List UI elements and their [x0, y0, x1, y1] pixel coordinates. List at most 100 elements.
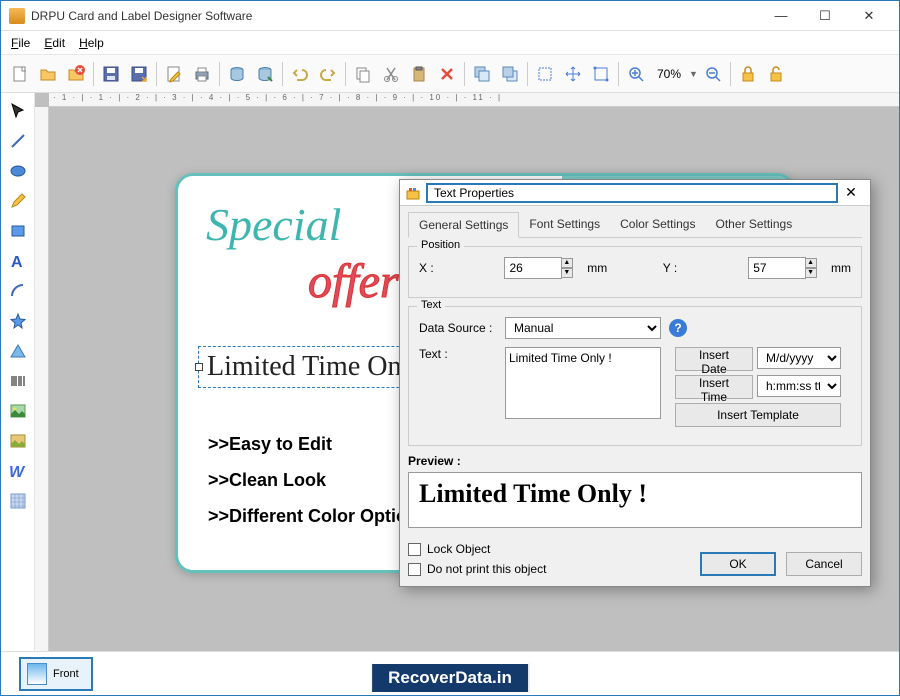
tab-color[interactable]: Color Settings — [610, 212, 705, 237]
move-icon[interactable] — [560, 61, 586, 87]
zoom-dropdown-icon[interactable]: ▼ — [689, 69, 698, 79]
app-icon — [9, 8, 25, 24]
ruler-horizontal: · 1 · | · 1 · | · 2 · | · 3 · | · 4 · | … — [49, 93, 899, 107]
menu-edit[interactable]: Edit — [44, 36, 65, 50]
bottom-bar: Front RecoverData.in — [1, 651, 899, 695]
pattern-tool-icon[interactable] — [6, 489, 30, 513]
insert-time-button[interactable]: Insert Time — [675, 375, 753, 399]
line-tool-icon[interactable] — [6, 129, 30, 153]
help-icon[interactable]: ? — [669, 319, 687, 337]
menu-file[interactable]: File — [11, 36, 30, 50]
undo-icon[interactable] — [287, 61, 313, 87]
library-tool-icon[interactable] — [6, 429, 30, 453]
datasource-label: Data Source : — [419, 321, 497, 335]
card-text-special[interactable]: Special — [206, 198, 341, 251]
card-bullets[interactable]: >>Easy to Edit >>Clean Look >>Different … — [208, 426, 418, 534]
dialog-titlebar[interactable]: Text Properties ✕ — [400, 180, 870, 206]
tab-other[interactable]: Other Settings — [705, 212, 802, 237]
menu-help[interactable]: Help — [79, 36, 104, 50]
svg-text:W: W — [9, 464, 26, 480]
position-group: Position X : ▲▼ mm Y : ▲▼ mm — [408, 246, 862, 298]
layer2-icon[interactable] — [497, 61, 523, 87]
select-all-icon[interactable] — [532, 61, 558, 87]
triangle-tool-icon[interactable] — [6, 339, 30, 363]
x-label: X : — [419, 261, 490, 275]
db1-icon[interactable] — [224, 61, 250, 87]
maximize-button[interactable]: ☐ — [803, 2, 847, 30]
text-properties-dialog: Text Properties ✕ General Settings Font … — [399, 179, 871, 587]
open-icon[interactable] — [35, 61, 61, 87]
no-print-checkbox[interactable]: Do not print this object — [408, 562, 546, 576]
menubar: File Edit Help — [1, 31, 899, 55]
svg-text:A: A — [11, 254, 23, 270]
text-tool-icon[interactable]: A — [6, 249, 30, 273]
ruler-vertical — [35, 107, 49, 651]
tab-general[interactable]: General Settings — [408, 212, 519, 238]
side-toolbar: A W — [1, 93, 35, 651]
zoom-level[interactable]: 70% — [657, 67, 681, 81]
zoom-in-icon[interactable] — [623, 61, 649, 87]
y-unit: mm — [831, 261, 851, 275]
dialog-icon — [406, 186, 420, 200]
titlebar: DRPU Card and Label Designer Software — … — [1, 1, 899, 31]
ellipse-tool-icon[interactable] — [6, 159, 30, 183]
text-label: Text : — [419, 347, 497, 361]
cancel-button[interactable]: Cancel — [786, 552, 862, 576]
delete-icon[interactable] — [434, 61, 460, 87]
lock-object-checkbox[interactable]: Lock Object — [408, 542, 546, 556]
app-title: DRPU Card and Label Designer Software — [31, 9, 759, 23]
page-front-thumb[interactable]: Front — [19, 657, 93, 691]
time-format-select[interactable]: h:mm:ss tt — [757, 375, 841, 397]
insert-template-button[interactable]: Insert Template — [675, 403, 841, 427]
lock-icon[interactable] — [735, 61, 761, 87]
card-bullet-1: >>Easy to Edit — [208, 426, 418, 462]
app-window: DRPU Card and Label Designer Software — … — [0, 0, 900, 696]
new-icon[interactable] — [7, 61, 33, 87]
save-as-icon[interactable] — [126, 61, 152, 87]
paste-icon[interactable] — [406, 61, 432, 87]
save-icon[interactable] — [98, 61, 124, 87]
layer1-icon[interactable] — [469, 61, 495, 87]
card-text-offer[interactable]: offer — [308, 254, 399, 309]
barcode-tool-icon[interactable] — [6, 369, 30, 393]
card-bullet-3: >>Different Color Option — [208, 498, 418, 534]
x-input[interactable] — [504, 257, 562, 279]
redo-icon[interactable] — [315, 61, 341, 87]
edit-icon[interactable] — [161, 61, 187, 87]
position-legend: Position — [417, 239, 464, 251]
select-tool-icon[interactable] — [6, 99, 30, 123]
db2-icon[interactable] — [252, 61, 278, 87]
dialog-close-button[interactable]: ✕ — [838, 184, 864, 201]
zoom-out-icon[interactable] — [700, 61, 726, 87]
ok-button[interactable]: OK — [700, 552, 776, 576]
image-tool-icon[interactable] — [6, 399, 30, 423]
star-tool-icon[interactable] — [6, 309, 30, 333]
pencil-tool-icon[interactable] — [6, 189, 30, 213]
arc-tool-icon[interactable] — [6, 279, 30, 303]
rect-tool-icon[interactable] — [6, 219, 30, 243]
close-file-icon[interactable] — [63, 61, 89, 87]
insert-date-button[interactable]: Insert Date — [675, 347, 753, 371]
card-bullet-2: >>Clean Look — [208, 462, 418, 498]
preview-box: Limited Time Only ! — [408, 472, 862, 528]
tab-font[interactable]: Font Settings — [519, 212, 610, 237]
copy-icon[interactable] — [350, 61, 376, 87]
preview-label: Preview : — [408, 454, 862, 468]
wordart-tool-icon[interactable]: W — [6, 459, 30, 483]
y-label: Y : — [663, 261, 734, 275]
text-input[interactable]: Limited Time Only ! — [505, 347, 661, 419]
y-input[interactable] — [748, 257, 806, 279]
unlock-icon[interactable] — [763, 61, 789, 87]
minimize-button[interactable]: — — [759, 2, 803, 30]
cut-icon[interactable] — [378, 61, 404, 87]
watermark: RecoverData.in — [371, 663, 529, 693]
datasource-select[interactable]: Manual — [505, 317, 661, 339]
x-unit: mm — [587, 261, 607, 275]
dialog-title: Text Properties — [426, 183, 838, 203]
page-thumb-icon — [27, 663, 47, 685]
page-front-label: Front — [53, 668, 79, 680]
resize-icon[interactable] — [588, 61, 614, 87]
date-format-select[interactable]: M/d/yyyy — [757, 347, 841, 369]
print-icon[interactable] — [189, 61, 215, 87]
close-button[interactable]: ✕ — [847, 2, 891, 30]
